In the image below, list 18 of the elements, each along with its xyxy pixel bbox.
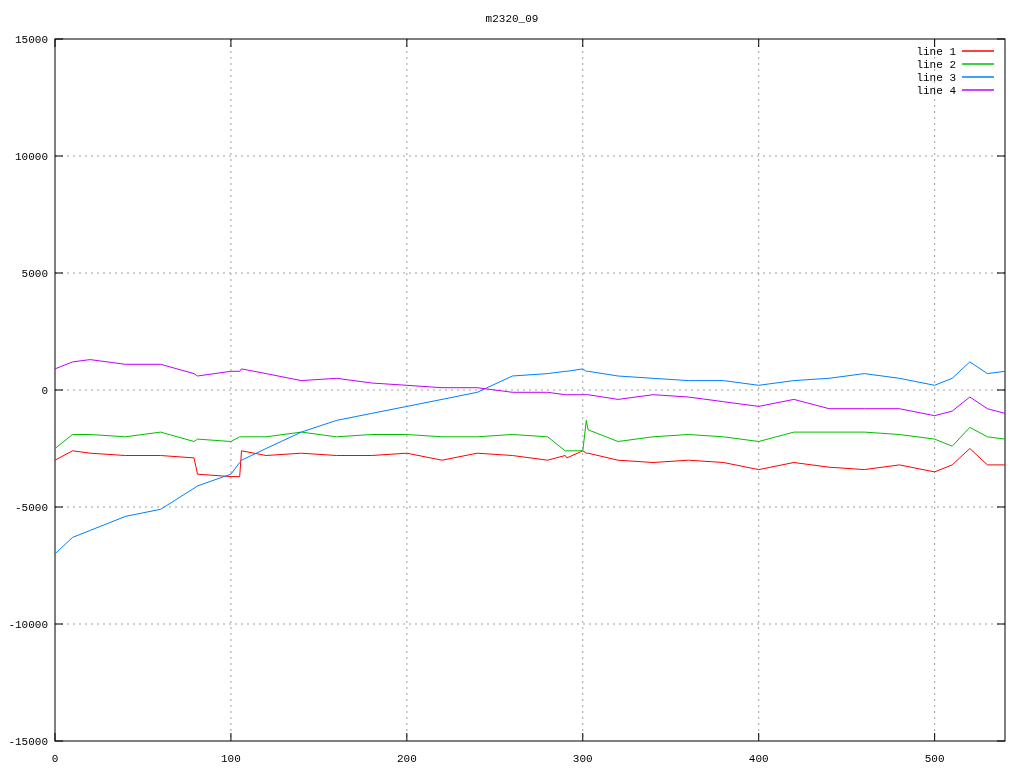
tick-label: 15000 [15, 34, 48, 46]
tick-label: 10000 [15, 151, 48, 163]
tick-label: 5000 [21, 268, 48, 280]
legend-label: line 2 [916, 59, 956, 71]
tick-label: -5000 [15, 502, 48, 514]
tick-label: 0 [51, 753, 59, 765]
tick-label: 200 [396, 753, 417, 765]
legend-label: line 3 [916, 72, 956, 84]
legend-label: line 1 [916, 46, 956, 58]
tick-label: -15000 [8, 736, 48, 748]
tick-label: 300 [572, 753, 593, 765]
legend-label: line 4 [916, 85, 956, 97]
tick-label: 100 [221, 753, 241, 765]
tick-label: 500 [924, 753, 945, 765]
tick-label: 400 [748, 753, 769, 765]
chart-title: m2320_09 [485, 13, 539, 25]
tick-label: -10000 [8, 619, 48, 631]
tick-label: 0 [41, 385, 48, 397]
